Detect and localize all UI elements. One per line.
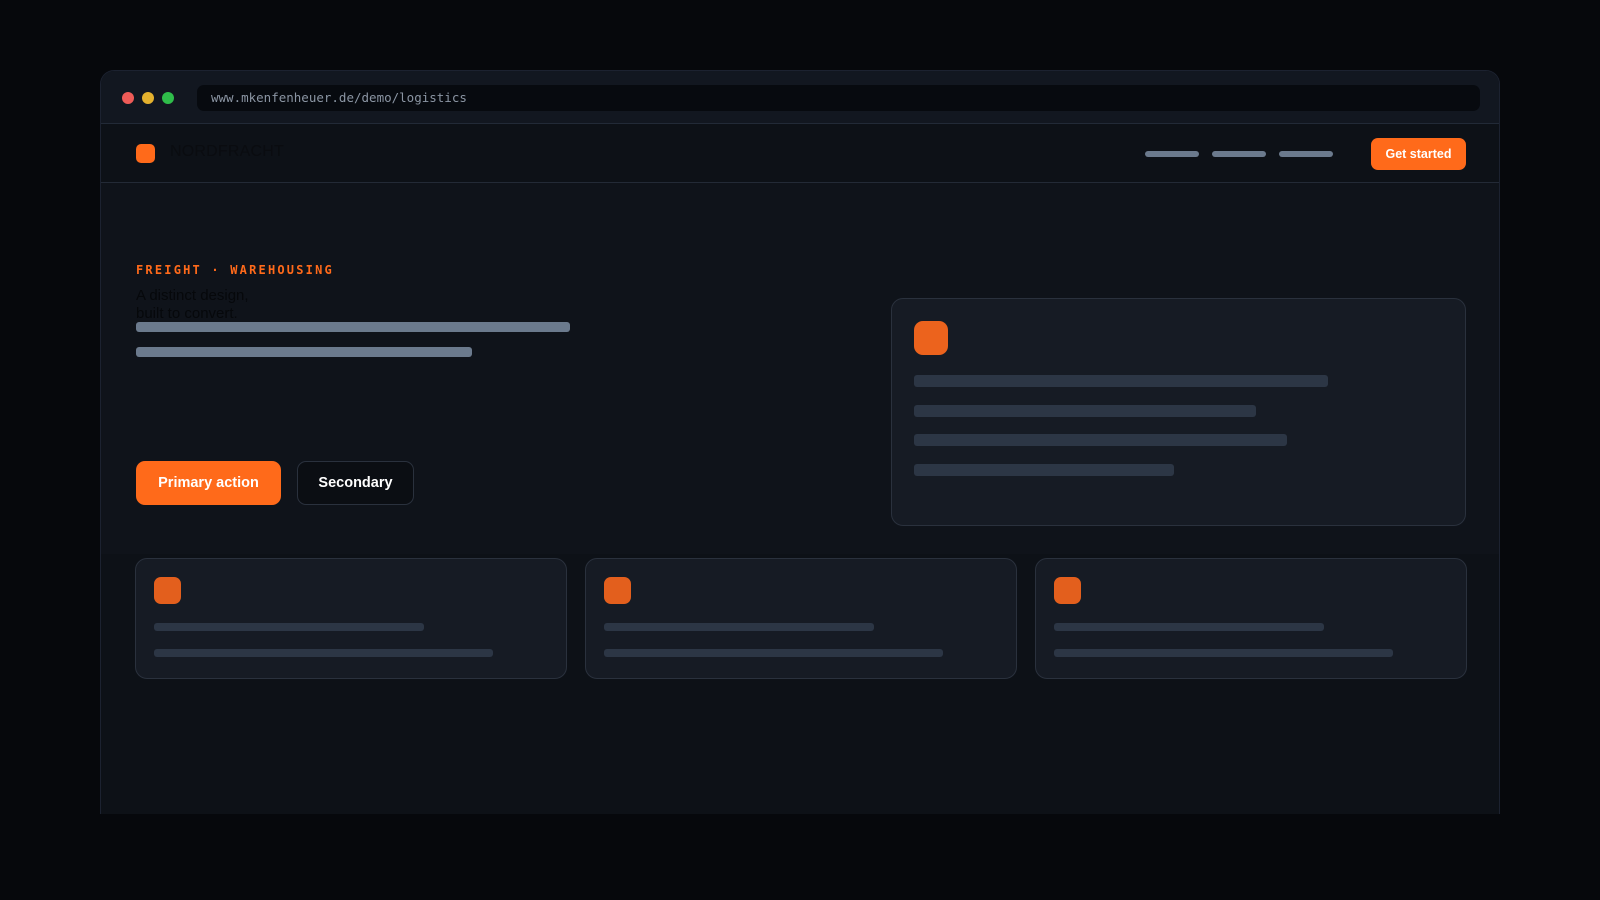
brand-name[interactable]: NORDFRACHT bbox=[170, 143, 284, 161]
hero-text-placeholder-2 bbox=[136, 347, 472, 357]
feature-card-2-line-1 bbox=[604, 623, 874, 631]
feature-card-3[interactable] bbox=[1035, 558, 1467, 679]
feature-card-2-icon bbox=[604, 577, 631, 604]
nav-link-placeholder-1[interactable] bbox=[1145, 151, 1199, 157]
hero-card-line-4 bbox=[914, 464, 1174, 476]
feature-card-1-line-1 bbox=[154, 623, 424, 631]
browser-window: www.mkenfenheuer.de/demo/logistics NORDF… bbox=[100, 70, 1500, 814]
feature-card-2-line-2 bbox=[604, 649, 943, 657]
close-window-dot[interactable] bbox=[122, 92, 134, 104]
hero-preview-card bbox=[891, 298, 1466, 526]
hero-headline-line-1: A distinct design, bbox=[136, 287, 249, 304]
hero-text-placeholder-1 bbox=[136, 322, 570, 332]
hero-card-line-3 bbox=[914, 434, 1287, 446]
get-started-button[interactable]: Get started bbox=[1371, 138, 1466, 170]
feature-card-1[interactable] bbox=[135, 558, 567, 679]
hero-card-icon bbox=[914, 321, 948, 355]
nav-link-placeholder-2[interactable] bbox=[1212, 151, 1266, 157]
browser-chrome: www.mkenfenheuer.de/demo/logistics bbox=[101, 71, 1499, 124]
brand-logo-icon bbox=[136, 144, 155, 163]
secondary-button[interactable]: Secondary bbox=[297, 461, 414, 505]
hero-headline-line-2: built to convert. bbox=[136, 305, 238, 322]
nav-link-placeholder-3[interactable] bbox=[1279, 151, 1333, 157]
address-bar[interactable]: www.mkenfenheuer.de/demo/logistics bbox=[197, 85, 1480, 111]
maximize-window-dot[interactable] bbox=[162, 92, 174, 104]
feature-card-3-icon bbox=[1054, 577, 1081, 604]
feature-card-1-icon bbox=[154, 577, 181, 604]
hero-card-line-2 bbox=[914, 405, 1256, 417]
feature-card-3-line-1 bbox=[1054, 623, 1324, 631]
feature-card-2[interactable] bbox=[585, 558, 1017, 679]
feature-card-1-line-2 bbox=[154, 649, 493, 657]
hero-headline: A distinct design, built to convert. bbox=[136, 287, 436, 323]
primary-action-button[interactable]: Primary action bbox=[136, 461, 281, 505]
feature-card-3-line-2 bbox=[1054, 649, 1393, 657]
hero-card-line-1 bbox=[914, 375, 1328, 387]
minimize-window-dot[interactable] bbox=[142, 92, 154, 104]
hero-section: FREIGHT · WAREHOUSING A distinct design,… bbox=[101, 183, 1499, 554]
hero-eyebrow: FREIGHT · WAREHOUSING bbox=[136, 263, 334, 277]
site-header: NORDFRACHT Get started bbox=[101, 124, 1499, 183]
